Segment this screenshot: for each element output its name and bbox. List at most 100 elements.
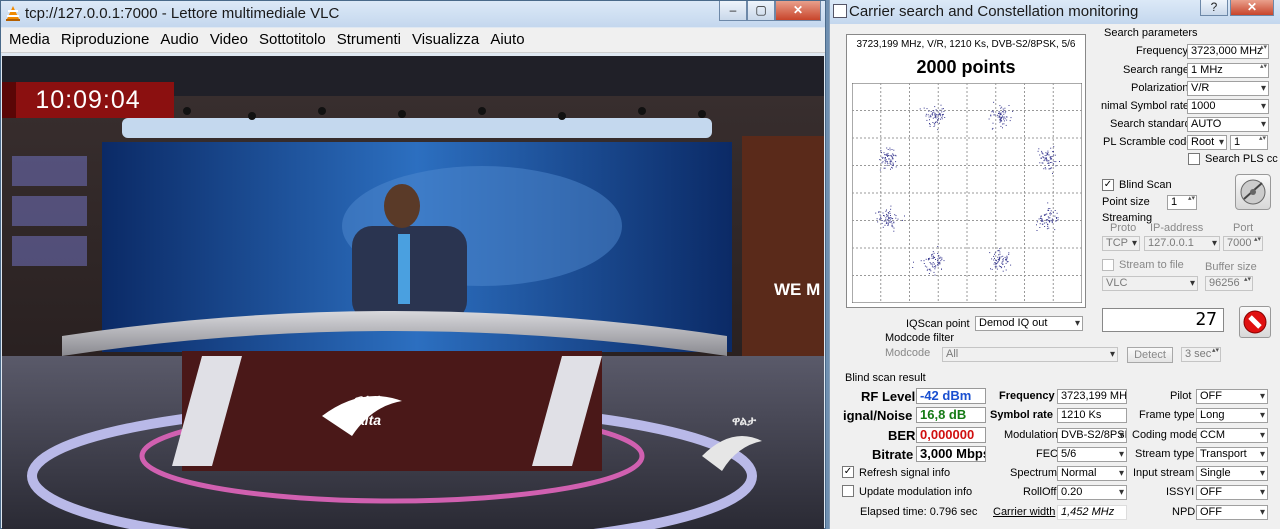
- issyi-select[interactable]: OFF: [1196, 485, 1268, 500]
- constellation-point: [1003, 123, 1005, 125]
- spectrum-select[interactable]: Normal: [1057, 466, 1127, 481]
- constellation-point: [998, 113, 999, 114]
- constellation-point: [926, 269, 928, 271]
- rolloff-select[interactable]: 0.20: [1057, 485, 1127, 500]
- constellation-point: [1002, 260, 1004, 262]
- menu-video[interactable]: Video: [202, 28, 248, 48]
- fec-select[interactable]: 5/6: [1057, 447, 1127, 462]
- maximize-button[interactable]: ▢: [747, 1, 775, 21]
- video-area[interactable]: 10:09:04 WE M ዋልታ walta ዋልታ: [2, 56, 824, 529]
- stop-button[interactable]: [1239, 306, 1271, 338]
- close-button[interactable]: ✕: [775, 1, 821, 21]
- constellation-point: [887, 225, 889, 226]
- carrier-titlebar[interactable]: Carrier search and Constellation monitor…: [830, 0, 1280, 24]
- port-input[interactable]: 7000: [1223, 236, 1263, 251]
- constellation-point: [890, 161, 892, 163]
- min-symbol-rate-select[interactable]: 1000: [1187, 99, 1269, 114]
- constellation-point: [999, 253, 1001, 255]
- menu-strumenti[interactable]: Strumenti: [329, 28, 401, 48]
- menu-riproduzione[interactable]: Riproduzione: [53, 28, 149, 48]
- constellation-point: [1044, 159, 1046, 161]
- spectrum-label: Spectrum: [1010, 467, 1058, 479]
- constellation-point: [934, 268, 936, 270]
- constellation-point: [1053, 154, 1055, 156]
- pl-scramble-mode-select[interactable]: Root: [1187, 135, 1227, 150]
- constellation-point: [919, 108, 921, 110]
- snr-value: 16,8 dB: [916, 407, 986, 423]
- pilot-label: Pilot: [1170, 390, 1192, 402]
- constellation-point: [1004, 107, 1006, 109]
- coding-mode-select[interactable]: CCM: [1196, 428, 1268, 443]
- constellation-point: [941, 108, 943, 110]
- satellite-dish-button[interactable]: [1235, 174, 1271, 210]
- buffer-size-input[interactable]: 96256: [1205, 276, 1253, 291]
- constellation-point: [1047, 208, 1049, 210]
- search-pls-label: Search PLS cc: [1205, 153, 1278, 165]
- help-button[interactable]: ?: [1200, 0, 1228, 16]
- search-pls-checkbox[interactable]: [1188, 153, 1200, 165]
- constellation-point: [994, 257, 995, 259]
- detect-button[interactable]: Detect: [1127, 347, 1173, 363]
- stop-icon: [1243, 310, 1267, 334]
- constellation-point: [920, 260, 922, 262]
- constellation-point: [876, 218, 878, 220]
- ip-address-select[interactable]: 127.0.0.1: [1144, 236, 1220, 251]
- modulation-select[interactable]: DVB-S2/8PSK: [1057, 428, 1127, 443]
- constellation-point: [944, 117, 946, 118]
- npd-select[interactable]: OFF: [1196, 505, 1268, 520]
- constellation-point: [1048, 161, 1050, 163]
- search-standard-select[interactable]: AUTO: [1187, 117, 1269, 132]
- constellation-point: [1006, 116, 1007, 118]
- minimize-button[interactable]: –: [719, 1, 747, 21]
- seconds-input[interactable]: 3 sec: [1181, 347, 1221, 362]
- polarization-select[interactable]: V/R: [1187, 81, 1269, 96]
- menu-visualizza[interactable]: Visualizza: [404, 28, 479, 48]
- constellation-point: [1008, 105, 1010, 106]
- constellation-point: [1036, 221, 1038, 223]
- constellation-point: [1005, 262, 1007, 264]
- carrier-width-label[interactable]: Carrier width: [993, 506, 1055, 518]
- point-size-input[interactable]: 1: [1167, 195, 1197, 210]
- pl-scramble-input[interactable]: 1: [1230, 135, 1268, 150]
- file-type-select[interactable]: VLC: [1102, 276, 1198, 291]
- stream-type-select[interactable]: Transport: [1196, 447, 1268, 462]
- vlc-titlebar[interactable]: tcp://127.0.0.1:7000 - Lettore multimedi…: [1, 1, 825, 27]
- constellation-point: [933, 263, 935, 265]
- input-stream-select[interactable]: Single: [1196, 466, 1268, 481]
- proto-select[interactable]: TCP: [1102, 236, 1140, 251]
- constellation-point: [887, 156, 889, 157]
- constellation-point: [933, 271, 935, 273]
- constellation-point: [931, 257, 933, 259]
- constellation-point: [1036, 230, 1038, 231]
- refresh-signal-checkbox[interactable]: ✓: [842, 466, 854, 478]
- constellation-point: [1043, 157, 1045, 159]
- update-modulation-checkbox[interactable]: [842, 485, 854, 497]
- search-range-input[interactable]: 1 MHz: [1187, 63, 1269, 78]
- menu-audio[interactable]: Audio: [152, 28, 198, 48]
- constellation-point: [941, 258, 943, 260]
- constellation-point: [925, 113, 927, 115]
- stream-to-file-checkbox[interactable]: [1102, 259, 1114, 271]
- constellation-point: [934, 114, 936, 116]
- constellation-point: [994, 114, 996, 116]
- constellation-point: [993, 111, 994, 113]
- constellation-point: [942, 115, 944, 117]
- constellation-point: [1048, 217, 1050, 219]
- frame-type-select[interactable]: Long: [1196, 408, 1268, 423]
- constellation-point: [939, 109, 941, 111]
- iqscan-select[interactable]: Demod IQ out: [975, 316, 1083, 331]
- constellation-point: [893, 230, 895, 232]
- constellation-point: [1048, 154, 1050, 156]
- menu-sottotitolo[interactable]: Sottotitolo: [251, 28, 326, 48]
- modcode-select[interactable]: All: [942, 347, 1118, 362]
- constellation-point: [1001, 261, 1003, 263]
- carrier-close-button[interactable]: ✕: [1230, 0, 1274, 16]
- constellation-point: [1002, 270, 1004, 272]
- pilot-select[interactable]: OFF: [1196, 389, 1268, 404]
- menu-media[interactable]: Media: [1, 28, 50, 48]
- frequency-input[interactable]: 3723,000 MHz: [1187, 44, 1269, 59]
- constellation-point: [924, 265, 926, 267]
- menu-aiuto[interactable]: Aiuto: [482, 28, 524, 48]
- blind-scan-checkbox[interactable]: ✓: [1102, 179, 1114, 191]
- constellation-point: [935, 109, 937, 111]
